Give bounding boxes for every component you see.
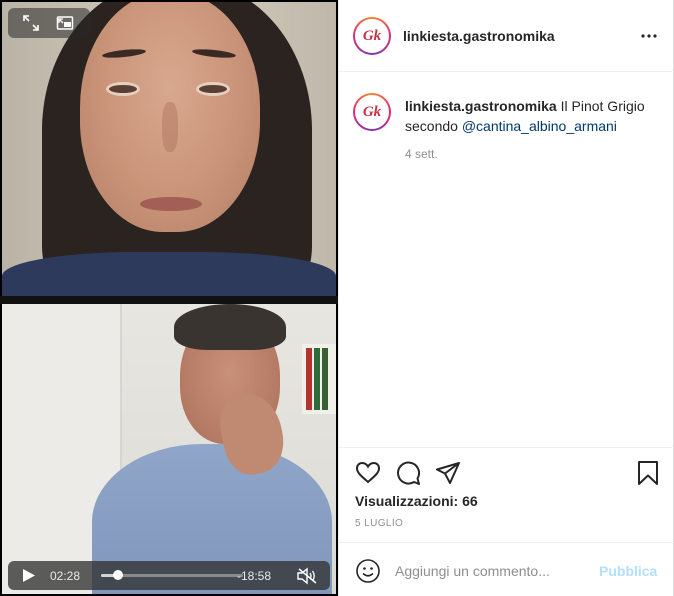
- book: [306, 348, 312, 410]
- post-date: 5 LUGLIO: [355, 518, 404, 529]
- shirt-shape: [2, 252, 336, 296]
- scrubber-handle[interactable]: [113, 570, 124, 580]
- video-feed-top: [2, 2, 336, 296]
- expand-icon[interactable]: [22, 14, 40, 32]
- avatar-logo: Gk: [362, 27, 382, 44]
- emoji-icon[interactable]: [355, 558, 381, 584]
- publish-button[interactable]: Pubblica: [599, 563, 657, 579]
- video-controls-bar: 02:28 -18:58: [8, 561, 330, 590]
- current-time: 02:28: [50, 569, 81, 583]
- caption-avatar[interactable]: Gk: [353, 93, 391, 131]
- avatar[interactable]: Gk: [353, 17, 391, 55]
- video-feed-bottom: [2, 304, 336, 594]
- caption-time-ago: 4 sett.: [405, 147, 438, 161]
- caption-username[interactable]: linkiesta.gastronomika: [405, 98, 557, 114]
- speaker-muted-icon[interactable]: [296, 567, 318, 585]
- post-header: Gk linkiesta.gastronomika: [339, 0, 674, 72]
- video-divider: [0, 296, 338, 304]
- post-panel: Gk linkiesta.gastronomika Gk linkiesta.g…: [338, 0, 674, 596]
- video-top-controls: [8, 8, 90, 38]
- more-options-icon[interactable]: [639, 28, 659, 44]
- caption-mention[interactable]: @cantina_albino_armani: [462, 118, 617, 134]
- comment-box: Pubblica: [339, 542, 674, 596]
- bookmark-icon[interactable]: [635, 460, 661, 486]
- view-count[interactable]: Visualizzazioni: 66: [355, 493, 478, 509]
- remaining-time: -18:58: [237, 569, 272, 583]
- picture-in-picture-icon[interactable]: [56, 14, 74, 32]
- heart-icon[interactable]: [355, 460, 381, 486]
- book: [322, 348, 328, 410]
- post-caption: linkiesta.gastronomika Il Pinot Grigio s…: [405, 96, 665, 136]
- mouth-shape: [140, 197, 202, 211]
- hair-shape: [174, 304, 286, 350]
- post-actions: [339, 447, 674, 497]
- book: [314, 348, 320, 410]
- avatar-logo: Gk: [362, 103, 382, 120]
- nose-shape: [162, 102, 178, 152]
- eye-shape: [106, 82, 140, 96]
- comment-input[interactable]: [395, 561, 595, 581]
- eye-shape: [196, 82, 230, 96]
- play-icon[interactable]: [22, 568, 36, 583]
- comment-icon[interactable]: [395, 460, 421, 486]
- header-username[interactable]: linkiesta.gastronomika: [403, 28, 555, 44]
- share-icon[interactable]: [435, 460, 461, 486]
- video-player[interactable]: 02:28 -18:58: [0, 0, 338, 596]
